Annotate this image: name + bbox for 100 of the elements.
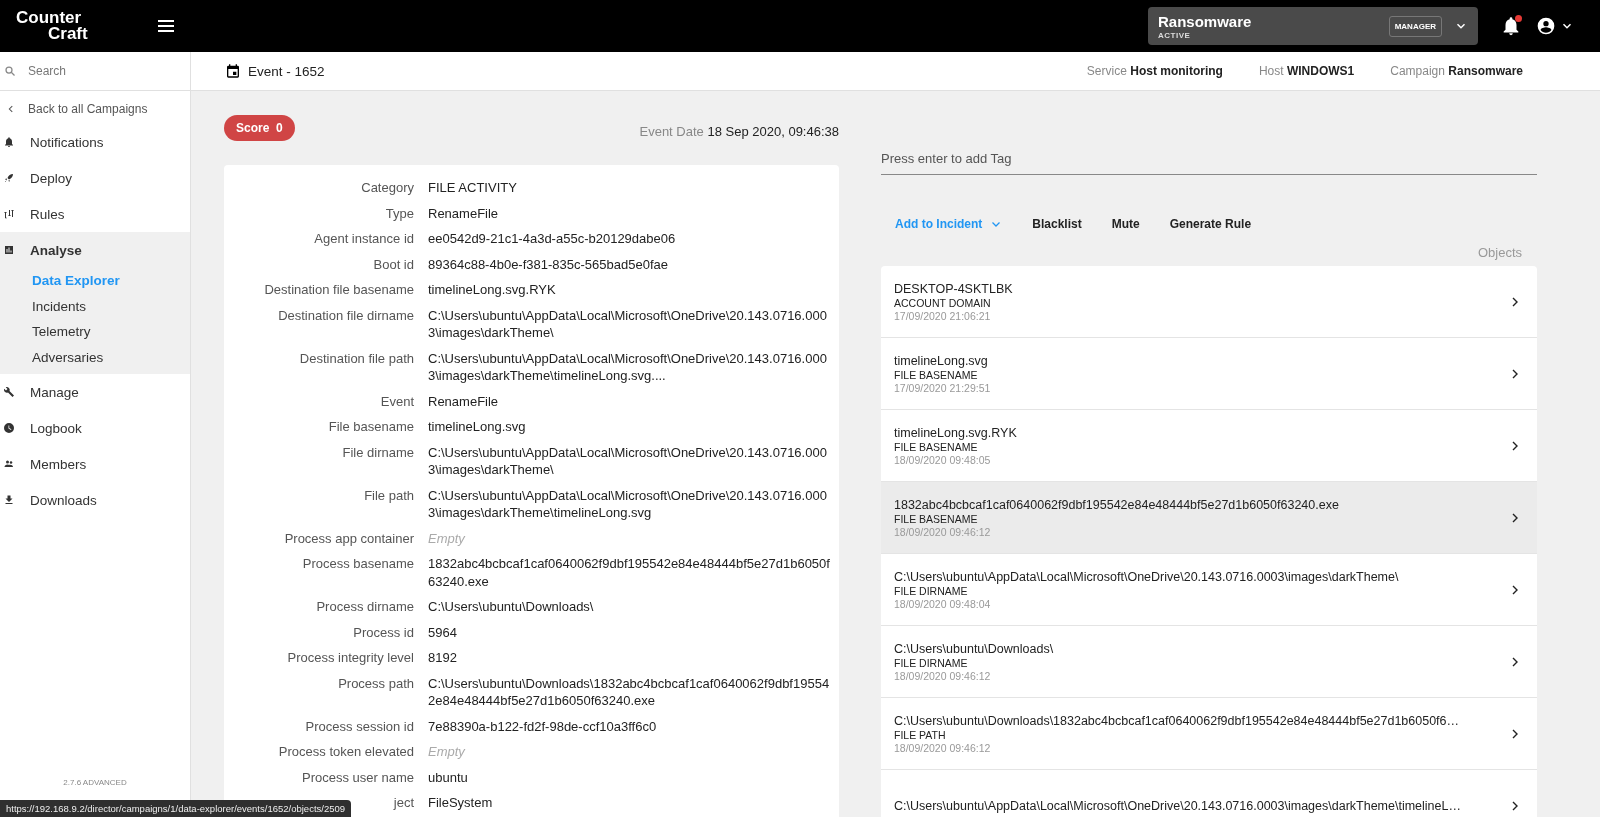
field-label: File dirname: [341, 443, 414, 462]
object-item[interactable]: timelineLong.svg FILE BASENAME 17/09/2020 21:29:51: [881, 338, 1537, 410]
object-date: 18/09/2020 09:48:05: [894, 453, 992, 466]
object-date: 18/09/2020 09:46:12: [894, 741, 992, 754]
object-date: 18/09/2020 09:46:12: [894, 525, 992, 538]
tag-input-field[interactable]: Press enter to add Tag: [881, 145, 1537, 175]
field-label: Process path: [337, 674, 414, 693]
field-value: C:\Users\ubuntu\AppData\Local\Microsoft\OneDrive\20.143.0716.0003\images\darkTheme\: [428, 443, 828, 479]
field-label: File path: [363, 486, 414, 505]
event-date: Event Date 18 Sep 2020, 09:46:38: [639, 124, 839, 139]
field-label: Process basename: [301, 555, 414, 573]
campaign-selector[interactable]: Ransomware ACTIVE MANAGER: [1148, 7, 1478, 45]
object-item[interactable]: 1832abc4bcbcaf1caf0640062f9dbf195542e84e48444bf5e27d1b6050f63240.exe FILE BASENAME 18/09/2020 09:46:12: [881, 482, 1537, 554]
nav-item[interactable]: Downloads: [0, 482, 190, 518]
field-value: 8192: [428, 649, 458, 667]
calendar-icon: [225, 63, 241, 79]
score-badge: Score 0: [224, 115, 295, 141]
field-label: Process user name: [301, 768, 414, 786]
action-button[interactable]: Mute: [1111, 217, 1140, 231]
clock-icon: [3, 422, 15, 434]
object-item[interactable]: C:\Users\ubuntu\Downloads\1832abc4bcbcaf1caf0640062f9dbf195542e84e48444bf5e27d1b6050f6… FILE PATH 18/09/2020 09:46:12: [881, 698, 1537, 770]
people-icon: [3, 458, 15, 470]
nav-subitem[interactable]: Telemetry: [32, 319, 190, 345]
menu-icon[interactable]: [156, 18, 176, 34]
field-label: Process token elevated: [277, 743, 414, 761]
field-label: Destination file dirname: [277, 306, 414, 325]
field-label: Agent instance id: [313, 230, 414, 248]
object-name: timelineLong.svg.RYK: [894, 425, 1018, 440]
field-value: timelineLong.svg: [428, 418, 527, 436]
nav-item[interactable]: Rules: [0, 196, 190, 232]
search-icon: [4, 65, 16, 77]
link-url-tooltip: https://192.168.9.2/director/campaigns/1/data-explorer/events/1652/objects/2509: [0, 800, 352, 817]
account-icon[interactable]: [1536, 16, 1556, 36]
field-label: Boot id: [372, 255, 414, 273]
field-value: 7e88390a-b122-fd2f-98de-ccf10a3ff6c0: [428, 717, 658, 735]
object-name: C:\Users\ubuntu\Downloads\: [894, 641, 1055, 656]
object-type: ACCOUNT DOMAIN: [894, 296, 992, 309]
back-link[interactable]: Back to all Campaigns: [28, 102, 148, 116]
logo[interactable]: Counter Craft: [0, 10, 146, 42]
objects-title: Objects: [1476, 244, 1523, 262]
object-type: FILE DIRNAME: [894, 656, 969, 669]
header-meta: Service Host monitoring: [1086, 64, 1223, 78]
field-label: Process session id: [304, 717, 414, 735]
nav-item[interactable]: Manage: [0, 374, 190, 410]
field-value: C:\Users\ubuntu\Downloads\1832abc4bcbcaf1caf0640062f9dbf195542e84e48444bf5e27d1b6050f63240.exe: [428, 674, 831, 710]
object-date: 17/09/2020 21:29:51: [894, 381, 992, 394]
campaign-name: Ransomware: [1158, 12, 1253, 30]
chart-icon: [3, 244, 15, 256]
field-value: RenameFile: [428, 392, 500, 410]
header-meta: Host WINDOWS1: [1258, 64, 1355, 78]
nav-item[interactable]: Deploy: [0, 160, 190, 196]
object-item[interactable]: C:\Users\ubuntu\AppData\Local\Microsoft\OneDrive\20.143.0716.0003\images\darkTheme\timelineL…: [881, 770, 1537, 817]
nav-subitem[interactable]: Incidents: [32, 293, 190, 319]
nav-item[interactable]: Notifications: [0, 124, 190, 160]
object-date: 17/09/2020 21:06:21: [894, 309, 992, 322]
object-name: DESKTOP-4SKTLBK: [894, 281, 1014, 296]
object-type: FILE BASENAME: [894, 440, 979, 453]
nav-item[interactable]: Members: [0, 446, 190, 482]
field-label: Destination file basename: [263, 281, 414, 299]
field-value: timelineLong.svg.RYK: [428, 281, 557, 299]
field-label: Process app container: [283, 529, 414, 547]
field-value: 1832abc4bcbcaf1caf0640062f9dbf195542e84e48444bf5e27d1b6050f63240.exe: [428, 555, 831, 590]
object-type: FILE BASENAME: [894, 512, 979, 525]
event-title: Event - 1652: [248, 63, 325, 79]
object-item[interactable]: DESKTOP-4SKTLBK ACCOUNT DOMAIN 17/09/2020 21:06:21: [881, 266, 1537, 338]
action-button[interactable]: Generate Rule: [1169, 217, 1252, 231]
object-date: 18/09/2020 09:46:12: [894, 669, 992, 682]
version-label: 2.7.6 ADVANCED: [62, 778, 128, 787]
object-item[interactable]: C:\Users\ubuntu\Downloads\ FILE DIRNAME 18/09/2020 09:46:12: [881, 626, 1537, 698]
field-label: Process dirname: [315, 598, 414, 616]
field-label: Event: [379, 392, 414, 410]
field-label: File basename: [327, 418, 414, 436]
nav-item[interactable]: Analyse: [0, 232, 190, 268]
field-value: C:\Users\ubuntu\AppData\Local\Microsoft\OneDrive\20.143.0716.0003\images\darkTheme\timelineLong.svg: [428, 486, 828, 522]
field-value: 5964: [428, 623, 458, 641]
field-label: Process id: [352, 623, 414, 641]
field-label: Category: [360, 179, 414, 197]
search-field[interactable]: Search: [26, 63, 170, 79]
campaign-status: ACTIVE: [1158, 30, 1192, 40]
object-type: FILE BASENAME: [894, 368, 979, 381]
header-meta: Campaign Ransomware: [1390, 64, 1523, 78]
nav-subitem[interactable]: Adversaries: [32, 344, 190, 370]
field-value: ee0542d9-21c1-4a3d-a55c-b20129dabe06: [428, 230, 677, 248]
field-value: C:\Users\ubuntu\AppData\Local\Microsoft\OneDrive\20.143.0716.0003\images\darkTheme\: [428, 306, 828, 342]
role-badge: MANAGER: [1388, 15, 1442, 37]
action-button[interactable]: Blacklist: [1032, 217, 1082, 231]
object-item[interactable]: C:\Users\ubuntu\AppData\Local\Microsoft\OneDrive\20.143.0716.0003\images\darkTheme\ FILE DIRNAME 18/09/2020 09:48:04: [881, 554, 1537, 626]
object-name: C:\Users\ubuntu\AppData\Local\Microsoft\OneDrive\20.143.0716.0003\images\darkTheme\: [894, 569, 1400, 584]
download-icon: [3, 494, 15, 506]
chevron-left-icon: [6, 104, 16, 114]
object-name: 1832abc4bcbcaf1caf0640062f9dbf195542e84e48444bf5e27d1b6050f63240.exe: [894, 497, 1340, 512]
field-value: RenameFile: [428, 204, 500, 222]
field-value: C:\Users\ubuntu\Downloads\: [428, 598, 595, 616]
object-type: FILE DIRNAME: [894, 584, 969, 597]
field-label: Destination file path: [298, 349, 414, 368]
field-value: Empty: [428, 743, 466, 761]
nav-item[interactable]: Logbook: [0, 410, 190, 446]
field-label: Type: [384, 204, 414, 222]
bell-icon: [3, 136, 15, 148]
field-label: Process integrity level: [286, 649, 414, 667]
